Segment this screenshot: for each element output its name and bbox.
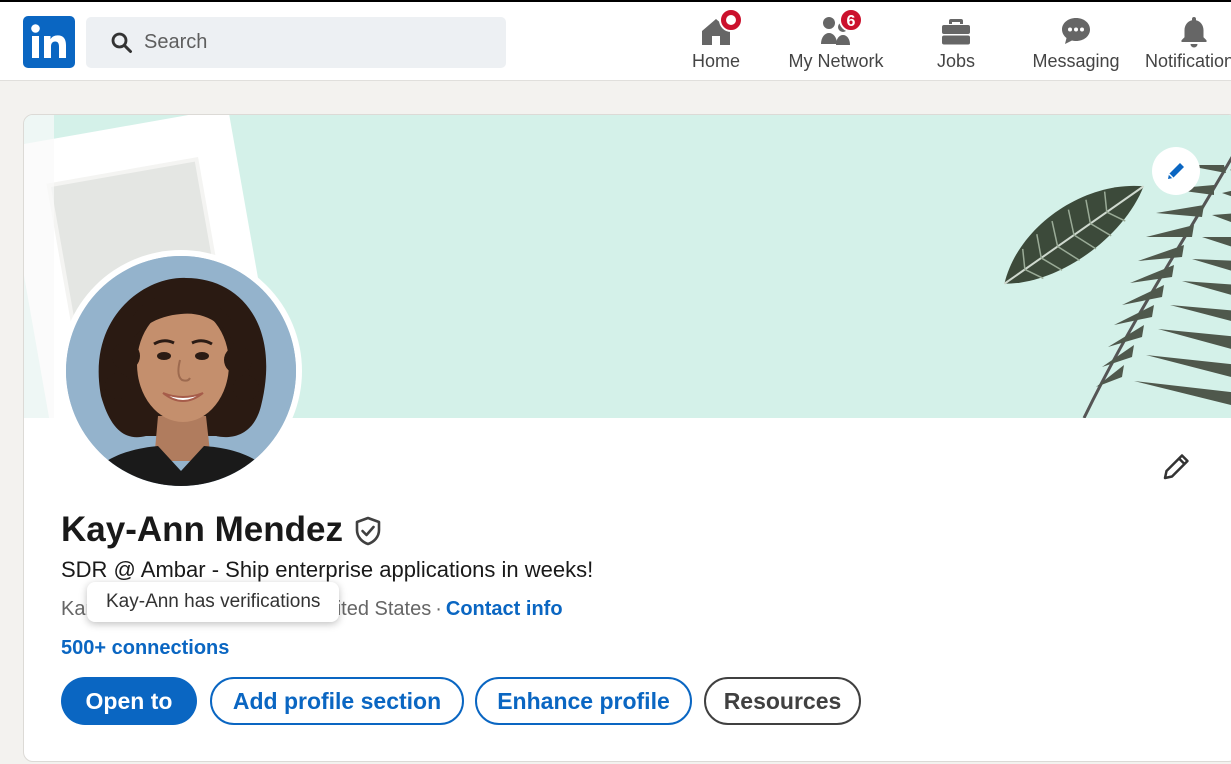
bell-icon <box>1181 17 1207 48</box>
nav-item-messaging[interactable]: Messaging <box>1027 10 1125 78</box>
network-badge: 6 <box>839 8 863 32</box>
jobs-icon <box>942 19 970 45</box>
nav-label-jobs: Jobs <box>936 51 976 71</box>
nav-item-home[interactable]: Home <box>675 8 757 78</box>
avatar-image <box>66 256 296 486</box>
profile-avatar[interactable] <box>60 250 302 492</box>
messaging-icon <box>1062 18 1090 44</box>
nav-item-notifications[interactable]: Notifications <box>1144 10 1231 78</box>
pencil-icon <box>1163 454 1189 480</box>
open-to-button[interactable]: Open to <box>61 677 197 725</box>
nav-label-messaging: Messaging <box>1032 51 1120 71</box>
verified-shield-icon[interactable] <box>353 516 383 546</box>
nav-label-home: Home <box>691 51 740 71</box>
connections-link[interactable]: 500+ connections <box>61 637 229 660</box>
profile-name: Kay-Ann Mendez <box>61 510 343 549</box>
contact-info-link[interactable]: Contact info <box>446 598 563 620</box>
search-icon <box>111 32 132 53</box>
separator-dot: · <box>435 598 442 620</box>
pencil-icon <box>1168 163 1184 179</box>
profile-card: Kay-Ann Mendez SDR @ Ambar - Ship enterp… <box>23 114 1231 762</box>
add-profile-section-button[interactable]: Add profile section <box>210 677 464 725</box>
edit-intro-button[interactable] <box>1154 445 1198 489</box>
resources-button[interactable]: Resources <box>704 677 861 725</box>
edit-banner-button[interactable] <box>1152 147 1200 195</box>
verification-tooltip: Kay-Ann has verifications <box>87 582 340 622</box>
home-notification-dot <box>719 8 743 32</box>
profile-headline: SDR @ Ambar - Ship enterprise applicatio… <box>61 557 594 582</box>
enhance-profile-button[interactable]: Enhance profile <box>475 677 692 725</box>
linkedin-logo[interactable] <box>23 16 75 68</box>
linkedin-logo-icon <box>31 24 66 58</box>
top-nav: Home 6 My Network Jobs Messaging <box>0 2 1231 81</box>
nav-label-notifications: Notifications <box>1145 51 1231 71</box>
nav-item-my-network[interactable]: 6 My Network <box>783 8 889 78</box>
nav-item-jobs[interactable]: Jobs <box>917 10 995 78</box>
profile-name-row: Kay-Ann Mendez <box>61 510 383 550</box>
avatar-photo <box>66 256 296 486</box>
search-bar[interactable] <box>86 17 506 68</box>
search-input[interactable] <box>144 17 494 68</box>
nav-label-my-network: My Network <box>788 51 884 71</box>
